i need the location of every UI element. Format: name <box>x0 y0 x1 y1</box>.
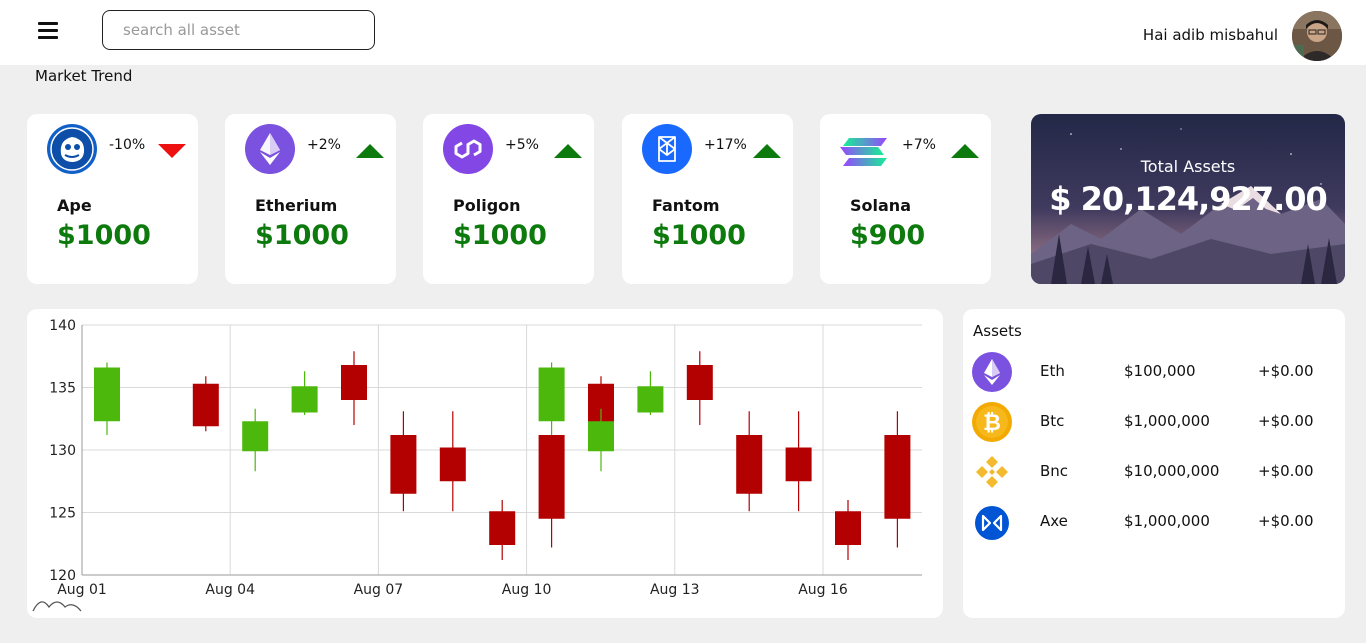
bitcoin-icon: ₿ <box>972 402 1012 442</box>
x-tick-label: Aug 10 <box>502 582 552 598</box>
trend-up-icon <box>356 144 384 158</box>
candle-body <box>637 386 664 413</box>
candle-body <box>538 367 565 422</box>
candle-body <box>291 386 318 413</box>
coin-change: +2% <box>307 137 341 153</box>
price-chart: 120 125 130 135 140 Aug 01 Aug 04 Aug 07 Aug 10 A… <box>27 309 943 618</box>
trend-up-icon <box>951 144 979 158</box>
asset-name: Axe <box>1040 512 1068 530</box>
coin-name: Solana <box>850 196 911 215</box>
coin-price: $900 <box>850 220 926 251</box>
y-tick-label: 130 <box>49 443 76 459</box>
coin-card-etherium[interactable]: +2% Etherium $1000 <box>225 114 396 284</box>
asset-change: +$0.00 <box>1258 462 1314 480</box>
y-tick-label: 135 <box>49 381 76 397</box>
axie-icon <box>972 502 1012 542</box>
coin-price: $1000 <box>57 220 151 251</box>
asset-amount: $1,000,000 <box>1124 412 1210 430</box>
hamburger-menu-icon[interactable] <box>38 22 58 39</box>
coin-name: Etherium <box>255 196 338 215</box>
coin-card-poligon[interactable]: +5% Poligon $1000 <box>423 114 594 284</box>
coin-name: Ape <box>57 196 92 215</box>
asset-name: Btc <box>1040 412 1065 430</box>
coin-change: +17% <box>704 137 747 153</box>
assets-title: Assets <box>973 322 1022 340</box>
asset-change: +$0.00 <box>1258 362 1314 380</box>
trend-up-icon <box>753 144 781 158</box>
chart-logo-icon <box>32 601 82 612</box>
coin-change: -10% <box>109 137 146 153</box>
avatar[interactable] <box>1292 11 1342 61</box>
coin-name: Poligon <box>453 196 521 215</box>
asset-change: +$0.00 <box>1258 412 1314 430</box>
coin-card-ape[interactable]: -10% Ape $1000 <box>27 114 198 284</box>
candlestick-chart: 120125130135140Aug 01 Aug 04 Aug 07 Aug 10 A… <box>32 318 922 612</box>
top-bar: Hai adib misbahul <box>0 0 1366 65</box>
asset-row-bnc[interactable]: Bnc $10,000,000 +$0.00 <box>963 450 1345 494</box>
total-assets-card: Total Assets $ 20,124,927.00 <box>1031 114 1345 284</box>
asset-amount: $1,000,000 <box>1124 512 1210 530</box>
x-tick-label: Aug 04 <box>205 582 255 598</box>
candle-body <box>192 383 219 427</box>
y-tick-label: 125 <box>49 506 76 522</box>
x-tick-label: Aug 01 <box>57 582 107 598</box>
candle-body <box>884 435 911 519</box>
candle-body <box>686 365 713 400</box>
candle-body <box>242 421 269 452</box>
polygon-icon <box>443 124 493 174</box>
coin-price: $1000 <box>652 220 746 251</box>
candle-body <box>736 435 763 494</box>
coin-name: Fantom <box>652 196 720 215</box>
ethereum-icon <box>972 352 1012 392</box>
candle-body <box>785 447 812 482</box>
asset-amount: $100,000 <box>1124 362 1196 380</box>
x-tick-label: Aug 16 <box>798 582 848 598</box>
assets-panel: Assets Eth $100,000 +$0.00 ₿ Btc $1,000,… <box>963 309 1345 618</box>
coin-card-solana[interactable]: +7% Solana $900 <box>820 114 991 284</box>
candle-body <box>588 421 614 452</box>
coin-card-fantom[interactable]: +17% Fantom $1000 <box>622 114 793 284</box>
fantom-icon <box>642 124 692 174</box>
coin-price: $1000 <box>453 220 547 251</box>
x-tick-label: Aug 07 <box>354 582 404 598</box>
svg-text:₿: ₿ <box>983 411 1001 436</box>
search-input[interactable] <box>102 10 375 50</box>
asset-name: Bnc <box>1040 462 1069 480</box>
binance-icon <box>972 452 1012 492</box>
coin-change: +7% <box>902 137 936 153</box>
candle-body <box>835 511 861 545</box>
coin-price: $1000 <box>255 220 349 251</box>
coin-change: +5% <box>505 137 539 153</box>
total-assets-label: Total Assets <box>1140 157 1236 176</box>
total-assets-value: $ 20,124,927.00 <box>1049 180 1328 218</box>
asset-change: +$0.00 <box>1258 512 1314 530</box>
x-tick-label: Aug 13 <box>650 582 700 598</box>
candle-body <box>390 435 417 494</box>
candle-body <box>94 367 120 422</box>
asset-amount: $10,000,000 <box>1124 462 1220 480</box>
asset-name: Eth <box>1040 362 1065 380</box>
market-trend-title: Market Trend <box>35 67 133 85</box>
user-greeting: Hai adib misbahul <box>1142 26 1278 44</box>
candle-body <box>341 365 367 400</box>
ape-icon <box>47 124 97 174</box>
candle-body <box>489 511 516 545</box>
y-tick-label: 140 <box>49 318 76 334</box>
ethereum-icon <box>245 124 295 174</box>
solana-icon <box>840 124 890 174</box>
candle-body <box>538 435 565 519</box>
asset-row-axe[interactable]: Axe $1,000,000 +$0.00 <box>963 500 1345 544</box>
asset-row-btc[interactable]: ₿ Btc $1,000,000 +$0.00 <box>963 400 1345 444</box>
asset-row-eth[interactable]: Eth $100,000 +$0.00 <box>963 350 1345 394</box>
trend-up-icon <box>554 144 582 158</box>
trend-down-icon <box>158 144 186 158</box>
candle-body <box>439 447 466 482</box>
